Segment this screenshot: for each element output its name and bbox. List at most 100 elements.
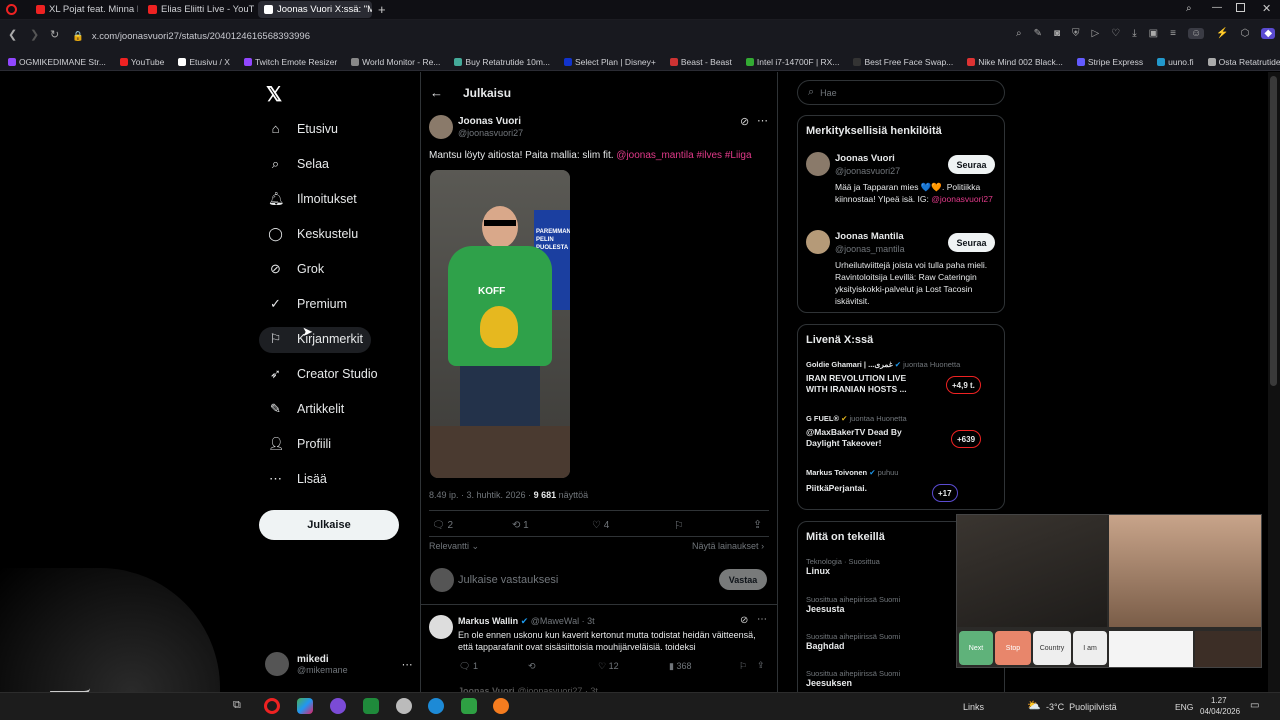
nav-item-notifications[interactable]: 🔔︎ Ilmoitukset [268, 191, 357, 207]
person-name[interactable]: Joonas Vuori [835, 153, 895, 164]
bookmark-action[interactable]: ⚐ [674, 519, 684, 532]
bookmark-item[interactable]: Best Free Face Swap... [853, 57, 953, 67]
app-taskbar-icon[interactable] [396, 698, 412, 714]
play-taskbar-icon[interactable] [461, 698, 477, 714]
nav-item-bookmarks[interactable]: ⚐ Kirjanmerkit [268, 331, 363, 347]
reply-avatar[interactable] [429, 615, 453, 639]
account-switcher[interactable]: mikedi @mikemane ⋯ [265, 652, 413, 676]
bookmark-item[interactable]: Nike Mind 002 Black... [967, 57, 1063, 67]
profile-icon[interactable]: ☺ [1187, 28, 1205, 39]
follow-button[interactable]: Seuraa [948, 155, 995, 174]
opera-logo-icon[interactable] [6, 4, 17, 15]
nav-item-articles[interactable]: ✎ Artikkelit [268, 401, 344, 417]
person-avatar[interactable] [806, 230, 830, 254]
reply-repost-action[interactable]: ⟲ [528, 661, 536, 672]
play-icon[interactable]: ▷ [1092, 28, 1100, 39]
back-icon[interactable]: ❮ [8, 28, 17, 41]
country-button[interactable]: Country [1033, 631, 1071, 665]
more-icon[interactable]: ⋯ [757, 114, 768, 127]
bookmark-item[interactable]: uuno.fi [1157, 57, 1194, 67]
clock-date[interactable]: 04/04/2026 [1200, 707, 1240, 716]
chrome-taskbar-icon[interactable] [330, 698, 346, 714]
bookmark-item[interactable]: Twitch Emote Resizer [243, 57, 337, 67]
maximize-icon[interactable] [1236, 3, 1245, 12]
x-logo-icon[interactable]: 𝕏 [266, 82, 282, 107]
terminal-taskbar-icon[interactable] [363, 698, 379, 714]
live-item[interactable]: G FUEL® ✔ juontaa Huonetta @MaxBakerTV D… [806, 414, 996, 458]
nav-item-premium[interactable]: ✓ Premium [268, 296, 347, 312]
new-tab-icon[interactable]: + [378, 2, 386, 17]
menu-icon[interactable]: ≡ [1170, 28, 1176, 39]
ai-icon[interactable]: ◆ [1261, 28, 1276, 39]
reply-author[interactable]: Markus Wallin [458, 616, 518, 626]
nav-item-more[interactable]: ⋯ Lisää [268, 471, 327, 487]
reply-bookmark-action[interactable]: ⚐ [739, 661, 747, 672]
weather-text[interactable]: -3°C Puolipilvistä [1046, 702, 1117, 712]
post-tags[interactable]: @joonas_mantila #ilves #Liiga [616, 150, 751, 161]
nav-item-creator-studio[interactable]: ➶ Creator Studio [268, 366, 378, 382]
nav-item-profile[interactable]: 👤︎ Profiili [268, 436, 331, 452]
snapshot-icon[interactable]: ▣ [1149, 28, 1158, 39]
bookmark-item[interactable]: Osta Retatrutidea | T... [1207, 57, 1280, 67]
task-view-icon[interactable]: ⧉ [233, 699, 241, 712]
reply-views[interactable]: ▮ 368 [669, 661, 692, 672]
sort-dropdown[interactable]: Relevantti ⌄ [429, 541, 479, 552]
stop-button[interactable]: Stop [995, 631, 1031, 665]
follow-button[interactable]: Seuraa [948, 233, 995, 252]
live-item[interactable]: Goldie Ghamari | ...غمری ✔ juontaa Huone… [806, 360, 996, 404]
grok-icon[interactable]: ⊘ [740, 615, 748, 626]
nav-item-grok[interactable]: ⊘ Grok [268, 261, 324, 277]
edit-icon[interactable]: ✎ [1034, 28, 1042, 39]
bookmark-item[interactable]: Buy Retatrutide 10m... [454, 57, 550, 67]
notifications-icon[interactable]: ▭ [1250, 700, 1259, 711]
reply-composer-input[interactable]: Julkaise vastauksesi [458, 574, 558, 586]
search-input[interactable]: ⌕ Hae [797, 80, 1005, 105]
browser-tab-3[interactable]: Joonas Vuori X:ssä: "Mant✕ [258, 1, 372, 18]
nav-item-home[interactable]: ⌂ Etusivu [268, 121, 338, 136]
grok-icon[interactable]: ⊘ [740, 115, 749, 128]
bookmark-item[interactable]: Intel i7-14700F | RX... [745, 57, 839, 67]
browser-tab-1[interactable]: XL Pojat feat. Minna Paju [30, 1, 138, 18]
reply-action[interactable]: 🗨︎ 2 [432, 520, 453, 531]
trend-item[interactable]: Suosittua aihepiirissä Suomi Baghdad [806, 632, 900, 651]
gender-button[interactable]: I am [1073, 631, 1107, 665]
person-handle[interactable]: @joonas_mantila [835, 244, 905, 254]
search-icon[interactable]: ⌕ [1016, 28, 1022, 39]
bookmark-item[interactable]: Stripe Express [1076, 57, 1143, 67]
clock-time[interactable]: 1.27 [1211, 696, 1227, 705]
share-action[interactable]: ⇪ [753, 518, 762, 531]
minimize-icon[interactable]: — [1212, 2, 1222, 13]
trend-item[interactable]: Suosittua aihepiirissä Suomi Jeesusta [806, 595, 900, 614]
close-window-icon[interactable]: ✕ [1262, 2, 1271, 15]
post-handle[interactable]: @joonasvuori27 [458, 128, 523, 138]
download-icon[interactable]: ⤓ [1132, 28, 1136, 39]
scrollbar-thumb[interactable] [1270, 76, 1277, 386]
bookmark-item[interactable]: World Monitor - Re... [351, 57, 440, 67]
heart-icon[interactable]: ♡ [1111, 28, 1120, 39]
taskbar-links[interactable]: Links [963, 702, 984, 712]
show-quotes-link[interactable]: Näytä lainaukset › [692, 541, 764, 551]
reply-like-action[interactable]: ♡ 12 [598, 661, 619, 672]
more-icon[interactable]: ⋯ [402, 658, 413, 671]
post-image[interactable]: PAREMMAN PELIN PUOLESTA KOFF [430, 170, 570, 478]
forward-icon[interactable]: ❯ [30, 28, 39, 41]
trend-item[interactable]: Teknologia · Suosittua Linux [806, 557, 880, 576]
nav-item-messages[interactable]: ◯ Keskustelu [268, 226, 358, 242]
bookmark-item[interactable]: YouTube [119, 57, 164, 67]
shield-icon[interactable]: ⛨ [1072, 28, 1080, 39]
trend-item[interactable]: Suosittua aihepiirissä Suomi Jeesuksen [806, 669, 900, 688]
person-handle[interactable]: @joonasvuori27 [835, 166, 900, 176]
cube-icon[interactable]: ⬡ [1241, 28, 1250, 39]
camera-icon[interactable]: ◙ [1054, 28, 1060, 39]
url-field[interactable]: 🔒 x.com/joonasvuori27/status/20401246165… [72, 28, 942, 45]
back-arrow-icon[interactable]: ← [430, 85, 443, 100]
person-avatar[interactable] [806, 152, 830, 176]
edge-taskbar-icon[interactable] [428, 698, 444, 714]
reply-handle[interactable]: @MaweWal · 3t [531, 616, 595, 626]
reply-submit-button[interactable]: Vastaa [719, 569, 767, 590]
firefox-taskbar-icon[interactable] [493, 698, 509, 714]
app-taskbar-icon[interactable] [297, 698, 313, 714]
bookmark-item[interactable]: OGMIKEDIMANE Str... [8, 57, 106, 67]
like-action[interactable]: ♡ 4 [592, 520, 609, 531]
bookmark-item[interactable]: Select Plan | Disney+ [564, 57, 656, 67]
